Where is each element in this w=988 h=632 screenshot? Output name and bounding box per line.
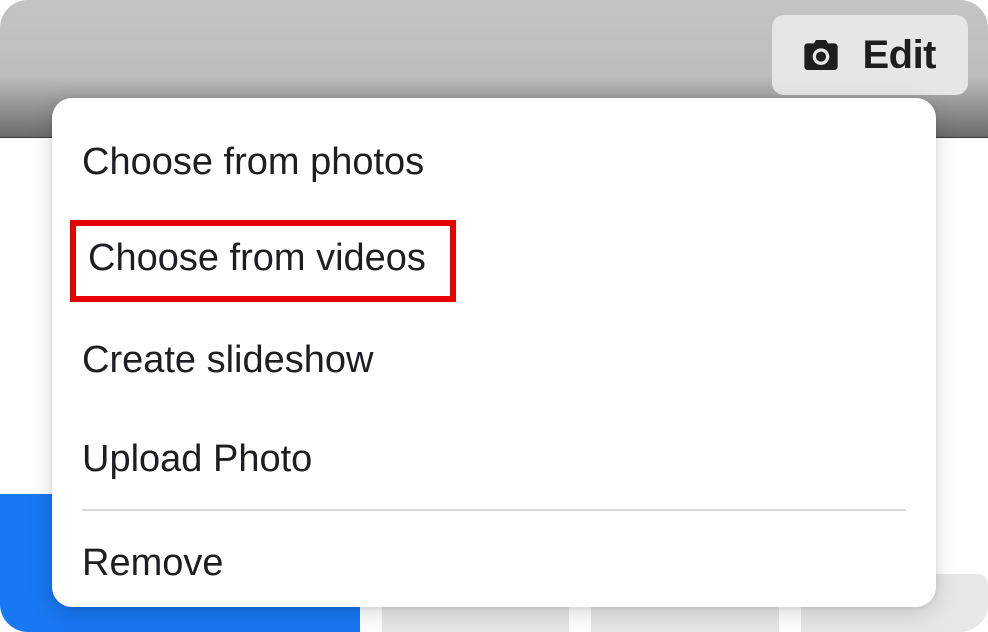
menu-divider (82, 509, 906, 511)
edit-button-label: Edit (862, 33, 936, 78)
menu-item-upload-photo[interactable]: Upload Photo (82, 425, 906, 499)
camera-icon (798, 36, 844, 74)
edit-cover-photo-button[interactable]: Edit (772, 15, 968, 95)
edit-cover-dropdown: Choose from photos Choose from videos Cr… (52, 98, 936, 607)
cover-photo-edit-region: Edit Choose from photos Choose from vide… (0, 0, 988, 632)
menu-item-choose-from-photos[interactable]: Choose from photos (82, 128, 906, 202)
menu-item-create-slideshow[interactable]: Create slideshow (82, 326, 906, 400)
menu-item-remove[interactable]: Remove (82, 529, 906, 603)
menu-item-choose-from-videos[interactable]: Choose from videos (78, 228, 448, 294)
